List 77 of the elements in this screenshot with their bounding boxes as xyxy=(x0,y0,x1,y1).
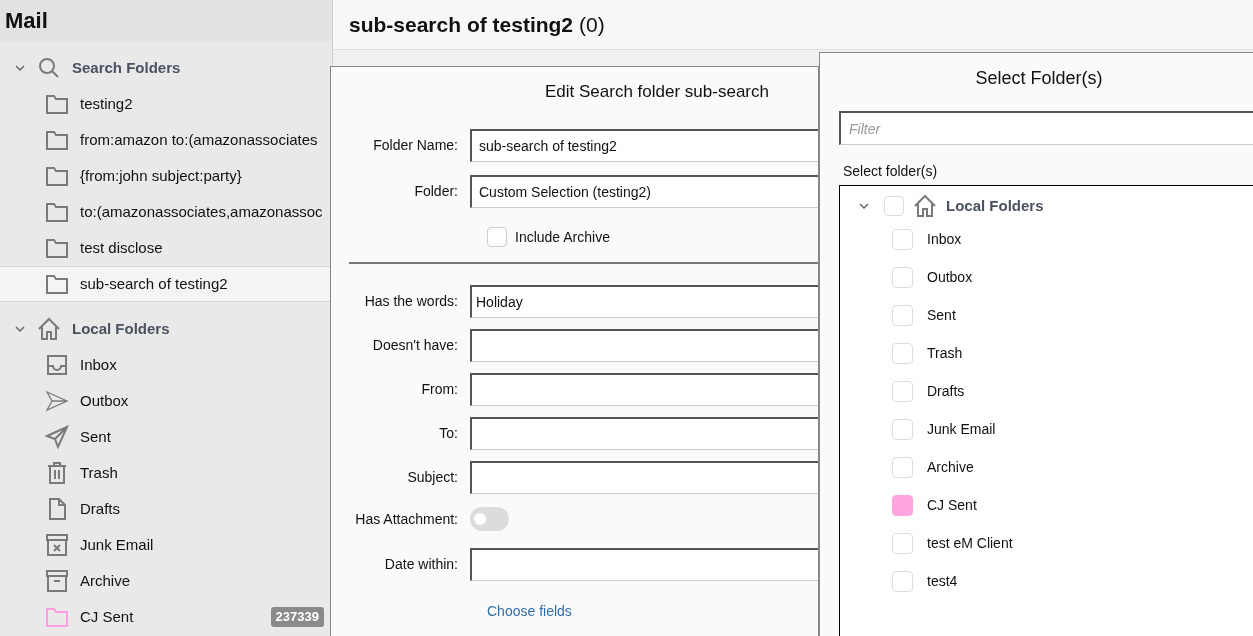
tree-item-label[interactable]: Sent xyxy=(927,304,956,326)
checkbox[interactable] xyxy=(892,342,913,364)
checkbox[interactable] xyxy=(892,228,913,250)
input-field[interactable] xyxy=(470,461,818,494)
chevron-icon[interactable] xyxy=(14,62,26,74)
panel-title: Select Folder(s) xyxy=(975,66,1103,90)
paper-plane-icon xyxy=(44,388,70,414)
checkbox[interactable] xyxy=(892,418,913,440)
field-label: Date within: xyxy=(383,555,459,574)
tree-item-label[interactable]: Trash xyxy=(927,342,963,364)
input-field[interactable]: sub-search of testing2 xyxy=(470,129,818,162)
tree-item-label[interactable]: test4 xyxy=(927,570,958,592)
checkbox-label: Include Archive xyxy=(515,227,610,247)
tree-root-label[interactable]: Local Folders xyxy=(946,194,1044,218)
choose-fields-link[interactable]: Choose fields xyxy=(487,603,572,619)
folder-item[interactable]: testing2 xyxy=(0,86,332,122)
folder-item[interactable]: {from:john subject:party} xyxy=(0,158,332,194)
input-field[interactable] xyxy=(470,417,818,450)
folder-item[interactable]: Archive xyxy=(0,563,332,599)
tree-item-label[interactable]: Junk Email xyxy=(927,418,996,440)
field-label: Subject: xyxy=(406,468,459,487)
section-header[interactable]: Search Folders xyxy=(72,56,181,80)
input-field[interactable] xyxy=(470,373,818,406)
chevron-icon[interactable] xyxy=(14,323,26,335)
field-label: From: xyxy=(420,380,459,399)
checkbox[interactable] xyxy=(892,456,913,478)
paper-plane-icon xyxy=(44,424,70,450)
folder-item[interactable]: to:(amazonassociates,amazonassoc xyxy=(0,194,332,230)
checkbox[interactable] xyxy=(884,196,904,216)
input-field[interactable]: Holiday xyxy=(470,285,818,318)
field-label: Doesn't have: xyxy=(371,336,459,355)
folder-item[interactable]: Drafts xyxy=(0,491,332,527)
input-field[interactable] xyxy=(470,548,818,581)
checkbox[interactable] xyxy=(892,304,913,326)
tree-item-label[interactable]: test eM Client xyxy=(927,532,1013,554)
folder-item[interactable]: test disclose xyxy=(0,230,332,266)
tree-item-label[interactable]: Archive xyxy=(927,456,974,478)
house-icon xyxy=(36,316,62,342)
field-label: Folder: xyxy=(413,182,459,201)
count-badge: 237339 xyxy=(270,607,324,627)
house-icon xyxy=(912,193,938,219)
folder-item[interactable]: Junk Email xyxy=(0,527,332,563)
toggle-switch[interactable] xyxy=(470,507,509,531)
folder-item[interactable]: from:amazon to:(amazonassociates xyxy=(0,122,332,158)
dialog-title: Edit Search folder sub-search xyxy=(545,81,769,104)
checkbox[interactable] xyxy=(892,380,913,402)
sidebar-title: Mail xyxy=(5,7,48,35)
folder-item[interactable]: Trash xyxy=(0,455,332,491)
field-label: Folder Name: xyxy=(372,136,459,155)
field-label: Has Attachment: xyxy=(354,509,459,529)
tree-item-label[interactable]: Inbox xyxy=(927,228,962,250)
folder-title: sub-search of testing2 xyxy=(349,11,574,38)
checkbox[interactable] xyxy=(892,494,913,516)
checkbox[interactable] xyxy=(892,266,913,288)
checkbox[interactable] xyxy=(487,227,507,247)
folder-item[interactable]: Inbox xyxy=(0,347,332,383)
tree-item-label[interactable]: Drafts xyxy=(927,380,965,402)
tray-icon xyxy=(44,352,70,378)
folder-item[interactable]: Outbox xyxy=(0,383,332,419)
message-count: (0) xyxy=(579,11,605,38)
folder-item[interactable]: Sent xyxy=(0,419,332,455)
folder-item[interactable]: CJ Sent 237339 xyxy=(0,599,332,635)
input-field[interactable] xyxy=(470,329,818,362)
junk-box-icon xyxy=(44,532,70,558)
folder-item[interactable]: sub-search of testing2 xyxy=(0,266,332,302)
checkbox[interactable] xyxy=(892,532,913,554)
archive-box-icon xyxy=(44,568,70,594)
checkbox[interactable] xyxy=(892,570,913,592)
tree-item-label[interactable]: Outbox xyxy=(927,266,973,288)
field-label: To: xyxy=(438,424,459,443)
input-field[interactable]: Custom Selection (testing2) xyxy=(470,175,818,208)
field-label: Has the words: xyxy=(363,292,459,311)
list-label: Select folder(s) xyxy=(843,162,939,181)
filter-field[interactable]: Filter xyxy=(839,111,1253,145)
section-header[interactable]: Local Folders xyxy=(72,317,170,341)
chevron-icon[interactable] xyxy=(858,200,870,212)
tree-item-label[interactable]: CJ Sent xyxy=(927,494,977,516)
